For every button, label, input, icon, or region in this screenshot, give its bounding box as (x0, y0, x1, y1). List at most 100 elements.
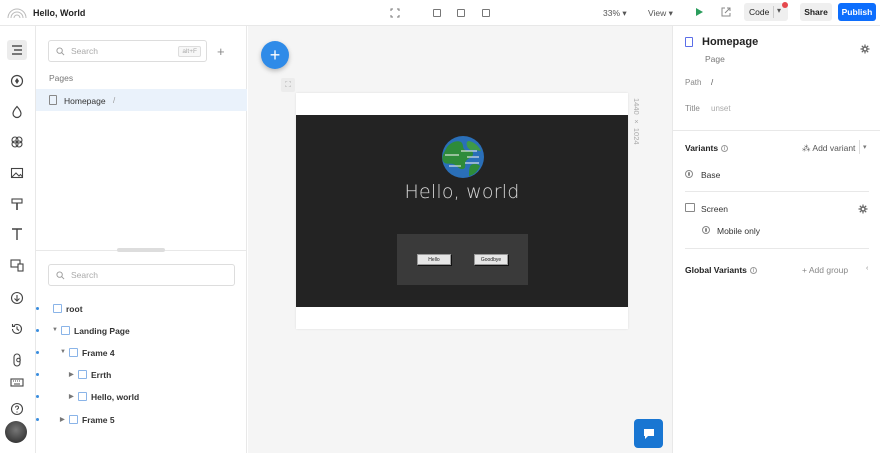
tree-item-landing-page[interactable]: ▼ Landing Page (36, 322, 247, 340)
tree-dot (36, 418, 39, 421)
avatar[interactable] (5, 421, 27, 443)
variant-icon (702, 226, 710, 234)
canvas[interactable]: + ⛶ 1440 × 1024 Hello, world Hello Goodb… (248, 26, 672, 453)
variants-heading-text: Variants (685, 143, 719, 153)
pages-search-input[interactable]: Search alt+F (48, 40, 207, 62)
play-icon[interactable] (693, 6, 705, 18)
tree-item-hello-world[interactable]: ▶ Hello, world (36, 388, 247, 406)
add-page-button[interactable]: + (217, 44, 225, 59)
frame-icon (78, 370, 87, 379)
info-icon[interactable]: i (749, 267, 757, 275)
publish-button[interactable]: Publish (838, 3, 876, 21)
gear-icon[interactable] (858, 204, 868, 214)
frame-5[interactable]: Hello Goodbye (397, 234, 528, 285)
zoom-dropdown[interactable]: 33% ▾ (603, 8, 627, 19)
variant-mobile-only[interactable]: Mobile only (717, 226, 760, 236)
figma-icon[interactable] (7, 350, 27, 370)
page-name: Homepage (64, 96, 106, 106)
tree-label: Landing Page (74, 326, 130, 336)
tree-search-input[interactable]: Search (48, 264, 235, 286)
info-icon[interactable]: i (721, 145, 729, 153)
page-path: / (113, 96, 116, 105)
help-icon[interactable] (7, 399, 27, 419)
variant-icon (685, 170, 693, 178)
path-field[interactable]: / (711, 78, 713, 87)
images-icon[interactable] (7, 163, 27, 183)
tree-label: Errth (91, 370, 112, 380)
left-panel: Search alt+F + Pages Homepage / Search r… (36, 26, 247, 453)
themes-icon[interactable] (7, 194, 27, 214)
tree-item-root[interactable]: root (36, 300, 247, 318)
page-item-homepage[interactable]: Homepage / (36, 89, 247, 111)
global-variants-heading: Global Variants i (685, 265, 757, 275)
right-panel: Homepage Page Path / Title unset Variant… (672, 26, 880, 453)
imports-icon[interactable] (7, 288, 27, 308)
element-title: Homepage (702, 36, 759, 48)
add-group-label: Add group (808, 265, 849, 275)
chat-icon (643, 428, 654, 439)
chevron-down-icon[interactable]: ▾ (777, 6, 781, 15)
tree-dot (36, 307, 39, 310)
goodbye-button[interactable]: Goodbye (474, 254, 508, 265)
divider (673, 130, 880, 131)
frame-icon (61, 326, 70, 335)
components-icon[interactable] (7, 71, 27, 91)
code-label: Code (749, 7, 770, 17)
tree-item-frame-5[interactable]: ▶ Frame 5 (36, 411, 247, 429)
view-menu[interactable]: View ▾ (648, 8, 673, 19)
search-placeholder: Search (71, 270, 98, 280)
frame-icon (69, 415, 78, 424)
expand-icon[interactable]: ⛶ (281, 78, 295, 92)
element-type: Page (705, 54, 725, 64)
tokens-icon[interactable] (7, 132, 27, 152)
gear-icon[interactable] (860, 44, 870, 54)
chevron-right-icon[interactable]: ▶ (69, 371, 74, 378)
search-placeholder: Search (71, 46, 98, 56)
title-field[interactable]: unset (711, 104, 731, 113)
frame-4[interactable]: Hello, world Hello Goodbye (296, 115, 628, 307)
keyboard-icon[interactable] (7, 372, 27, 392)
resize-handle[interactable] (117, 248, 165, 252)
tree-label: Hello, world (91, 392, 140, 402)
fullscreen-icon[interactable] (388, 6, 402, 20)
text-icon (78, 392, 87, 401)
pages-heading: Pages (49, 73, 74, 83)
left-rail (0, 26, 36, 453)
share-button[interactable]: Share (800, 3, 832, 21)
hello-button[interactable]: Hello (417, 254, 451, 265)
add-variant-button[interactable]: ⁂ Add variant (802, 143, 855, 154)
tree-label: root (66, 304, 83, 314)
frame-icon (69, 348, 78, 357)
add-group-button[interactable]: + Add group (802, 265, 848, 275)
tree-item-frame-4[interactable]: ▼ Frame 4 (36, 344, 247, 362)
logo-icon (7, 8, 27, 19)
chevron-right-icon[interactable]: ▶ (69, 393, 74, 400)
page-icon (49, 95, 57, 105)
history-icon[interactable] (7, 319, 27, 339)
chat-button[interactable] (634, 419, 663, 448)
chevron-down-icon[interactable]: ▼ (52, 327, 58, 333)
open-external-icon[interactable] (720, 6, 732, 18)
layout-icon[interactable] (430, 6, 444, 20)
add-variant-label: Add variant (812, 143, 856, 153)
earth-image[interactable] (441, 135, 485, 179)
insert-button[interactable]: + (261, 41, 289, 69)
fonts-icon[interactable] (7, 224, 27, 244)
pages-icon[interactable] (7, 40, 27, 60)
tree-dot (36, 373, 39, 376)
chevron-right-icon[interactable]: ▶ (60, 416, 65, 423)
text-frame-icon[interactable] (479, 6, 493, 20)
responsive-icon[interactable] (7, 255, 27, 275)
project-title[interactable]: Hello, World (33, 8, 85, 18)
chevron-left-icon[interactable]: ‹ (866, 265, 868, 272)
mixins-icon[interactable] (7, 102, 27, 122)
variant-base[interactable]: Base (701, 170, 720, 180)
page-icon (685, 37, 693, 47)
tree-item-errth[interactable]: ▶ Errth (36, 366, 247, 384)
chevron-down-icon[interactable]: ▾ (863, 143, 867, 151)
artboard-size-label: 1440 × 1024 (632, 98, 641, 145)
frame-icon[interactable] (454, 6, 468, 20)
search-icon (56, 46, 65, 55)
chevron-down-icon[interactable]: ▼ (60, 349, 66, 355)
hero-heading[interactable]: Hello, world (296, 181, 628, 203)
